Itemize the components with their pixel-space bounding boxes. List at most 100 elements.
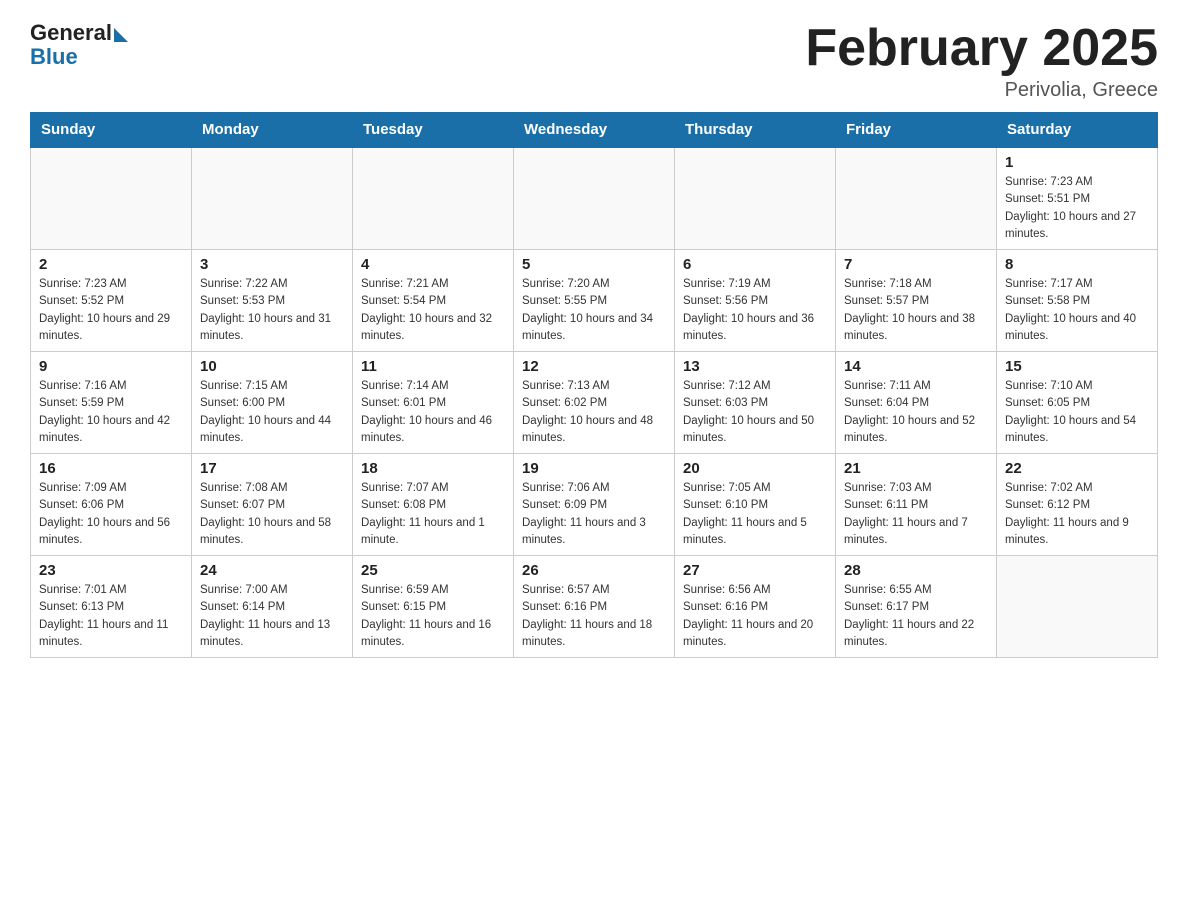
calendar-cell: 19 Sunrise: 7:06 AMSunset: 6:09 PMDayligh… xyxy=(514,454,675,556)
sun-info: Sunrise: 7:21 AMSunset: 5:54 PMDaylight:… xyxy=(361,276,505,345)
calendar-week-5: 23 Sunrise: 7:01 AMSunset: 6:13 PMDayligh… xyxy=(31,556,1158,658)
sun-info: Sunrise: 7:05 AMSunset: 6:10 PMDaylight:… xyxy=(683,480,827,549)
day-number: 11 xyxy=(361,358,505,375)
title-area: February 2025 Perivolia, Greece xyxy=(805,20,1158,102)
sun-info: Sunrise: 7:20 AMSunset: 5:55 PMDaylight:… xyxy=(522,276,666,345)
logo-general-text: General xyxy=(30,20,112,46)
calendar-cell: 26 Sunrise: 6:57 AMSunset: 6:16 PMDayligh… xyxy=(514,556,675,658)
month-title: February 2025 xyxy=(805,20,1158,77)
calendar-cell: 8Sunrise: 7:17 AMSunset: 5:58 PMDaylight… xyxy=(997,250,1158,352)
calendar-week-4: 16Sunrise: 7:09 AMSunset: 6:06 PMDayligh… xyxy=(31,454,1158,556)
calendar-cell: 13 Sunrise: 7:12 AMSunset: 6:03 PMDayligh… xyxy=(675,352,836,454)
sun-info: Sunrise: 7:01 AMSunset: 6:13 PMDaylight:… xyxy=(39,582,183,651)
calendar-cell xyxy=(997,556,1158,658)
sun-info: Sunrise: 7:12 AMSunset: 6:03 PMDaylight:… xyxy=(683,378,827,447)
calendar-week-2: 2 Sunrise: 7:23 AMSunset: 5:52 PMDaylight… xyxy=(31,250,1158,352)
calendar-cell: 27 Sunrise: 6:56 AMSunset: 6:16 PMDayligh… xyxy=(675,556,836,658)
calendar-cell xyxy=(836,147,997,250)
calendar-cell: 23 Sunrise: 7:01 AMSunset: 6:13 PMDayligh… xyxy=(31,556,192,658)
calendar-cell: 14 Sunrise: 7:11 AMSunset: 6:04 PMDayligh… xyxy=(836,352,997,454)
day-number: 6 xyxy=(683,256,827,273)
calendar-cell: 20 Sunrise: 7:05 AMSunset: 6:10 PMDayligh… xyxy=(675,454,836,556)
day-number: 4 xyxy=(361,256,505,273)
calendar-cell xyxy=(31,147,192,250)
day-number: 7 xyxy=(844,256,988,273)
calendar-table: SundayMondayTuesdayWednesdayThursdayFrid… xyxy=(30,112,1158,658)
calendar-cell: 4 Sunrise: 7:21 AMSunset: 5:54 PMDaylight… xyxy=(353,250,514,352)
sun-info: Sunrise: 7:10 AMSunset: 6:05 PMDaylight:… xyxy=(1005,378,1149,447)
calendar-cell xyxy=(514,147,675,250)
calendar-cell: 28 Sunrise: 6:55 AMSunset: 6:17 PMDayligh… xyxy=(836,556,997,658)
day-number: 18 xyxy=(361,460,505,477)
calendar-cell: 25Sunrise: 6:59 AMSunset: 6:15 PMDayligh… xyxy=(353,556,514,658)
calendar-cell: 2 Sunrise: 7:23 AMSunset: 5:52 PMDaylight… xyxy=(31,250,192,352)
sun-info: Sunrise: 7:23 AMSunset: 5:51 PMDaylight:… xyxy=(1005,174,1149,243)
day-number: 17 xyxy=(200,460,344,477)
calendar-body: 1Sunrise: 7:23 AMSunset: 5:51 PMDaylight… xyxy=(31,147,1158,658)
day-number: 19 xyxy=(522,460,666,477)
sun-info: Sunrise: 7:18 AMSunset: 5:57 PMDaylight:… xyxy=(844,276,988,345)
day-number: 26 xyxy=(522,562,666,579)
weekday-header-tuesday: Tuesday xyxy=(353,113,514,148)
sun-info: Sunrise: 7:11 AMSunset: 6:04 PMDaylight:… xyxy=(844,378,988,447)
sun-info: Sunrise: 7:23 AMSunset: 5:52 PMDaylight:… xyxy=(39,276,183,345)
day-number: 5 xyxy=(522,256,666,273)
day-number: 2 xyxy=(39,256,183,273)
calendar-cell: 10 Sunrise: 7:15 AMSunset: 6:00 PMDayligh… xyxy=(192,352,353,454)
sun-info: Sunrise: 7:13 AMSunset: 6:02 PMDaylight:… xyxy=(522,378,666,447)
sun-info: Sunrise: 7:00 AMSunset: 6:14 PMDaylight:… xyxy=(200,582,344,651)
day-number: 13 xyxy=(683,358,827,375)
day-number: 20 xyxy=(683,460,827,477)
logo: General Blue xyxy=(30,20,128,70)
calendar-cell: 22 Sunrise: 7:02 AMSunset: 6:12 PMDayligh… xyxy=(997,454,1158,556)
calendar-cell: 17 Sunrise: 7:08 AMSunset: 6:07 PMDayligh… xyxy=(192,454,353,556)
calendar-cell: 6 Sunrise: 7:19 AMSunset: 5:56 PMDaylight… xyxy=(675,250,836,352)
day-number: 15 xyxy=(1005,358,1149,375)
day-number: 23 xyxy=(39,562,183,579)
sun-info: Sunrise: 6:56 AMSunset: 6:16 PMDaylight:… xyxy=(683,582,827,651)
sun-info: Sunrise: 7:22 AMSunset: 5:53 PMDaylight:… xyxy=(200,276,344,345)
weekday-header-wednesday: Wednesday xyxy=(514,113,675,148)
sun-info: Sunrise: 6:57 AMSunset: 6:16 PMDaylight:… xyxy=(522,582,666,651)
day-number: 22 xyxy=(1005,460,1149,477)
calendar-cell xyxy=(675,147,836,250)
calendar-cell: 24 Sunrise: 7:00 AMSunset: 6:14 PMDayligh… xyxy=(192,556,353,658)
day-number: 12 xyxy=(522,358,666,375)
calendar-cell: 11 Sunrise: 7:14 AMSunset: 6:01 PMDayligh… xyxy=(353,352,514,454)
weekday-header-monday: Monday xyxy=(192,113,353,148)
calendar-header: SundayMondayTuesdayWednesdayThursdayFrid… xyxy=(31,113,1158,148)
sun-info: Sunrise: 7:15 AMSunset: 6:00 PMDaylight:… xyxy=(200,378,344,447)
sun-info: Sunrise: 6:59 AMSunset: 6:15 PMDaylight:… xyxy=(361,582,505,651)
calendar-cell xyxy=(192,147,353,250)
sun-info: Sunrise: 7:06 AMSunset: 6:09 PMDaylight:… xyxy=(522,480,666,549)
sun-info: Sunrise: 6:55 AMSunset: 6:17 PMDaylight:… xyxy=(844,582,988,651)
calendar-cell: 15 Sunrise: 7:10 AMSunset: 6:05 PMDayligh… xyxy=(997,352,1158,454)
sun-info: Sunrise: 7:08 AMSunset: 6:07 PMDaylight:… xyxy=(200,480,344,549)
location: Perivolia, Greece xyxy=(805,79,1158,102)
sun-info: Sunrise: 7:02 AMSunset: 6:12 PMDaylight:… xyxy=(1005,480,1149,549)
calendar-cell: 12 Sunrise: 7:13 AMSunset: 6:02 PMDayligh… xyxy=(514,352,675,454)
sun-info: Sunrise: 7:14 AMSunset: 6:01 PMDaylight:… xyxy=(361,378,505,447)
day-number: 27 xyxy=(683,562,827,579)
calendar-cell: 1Sunrise: 7:23 AMSunset: 5:51 PMDaylight… xyxy=(997,147,1158,250)
sun-info: Sunrise: 7:17 AMSunset: 5:58 PMDaylight:… xyxy=(1005,276,1149,345)
calendar-cell: 9Sunrise: 7:16 AMSunset: 5:59 PMDaylight… xyxy=(31,352,192,454)
weekday-header-thursday: Thursday xyxy=(675,113,836,148)
calendar-cell: 3 Sunrise: 7:22 AMSunset: 5:53 PMDaylight… xyxy=(192,250,353,352)
logo-arrow-icon xyxy=(114,28,128,42)
day-number: 16 xyxy=(39,460,183,477)
sun-info: Sunrise: 7:07 AMSunset: 6:08 PMDaylight:… xyxy=(361,480,505,549)
calendar-week-3: 9Sunrise: 7:16 AMSunset: 5:59 PMDaylight… xyxy=(31,352,1158,454)
weekday-header-row: SundayMondayTuesdayWednesdayThursdayFrid… xyxy=(31,113,1158,148)
day-number: 28 xyxy=(844,562,988,579)
day-number: 24 xyxy=(200,562,344,579)
weekday-header-friday: Friday xyxy=(836,113,997,148)
calendar-cell: 16Sunrise: 7:09 AMSunset: 6:06 PMDayligh… xyxy=(31,454,192,556)
day-number: 14 xyxy=(844,358,988,375)
sun-info: Sunrise: 7:19 AMSunset: 5:56 PMDaylight:… xyxy=(683,276,827,345)
page-header: General Blue February 2025 Perivolia, Gr… xyxy=(30,20,1158,102)
logo-blue-text: Blue xyxy=(30,44,78,70)
weekday-header-sunday: Sunday xyxy=(31,113,192,148)
day-number: 3 xyxy=(200,256,344,273)
day-number: 10 xyxy=(200,358,344,375)
